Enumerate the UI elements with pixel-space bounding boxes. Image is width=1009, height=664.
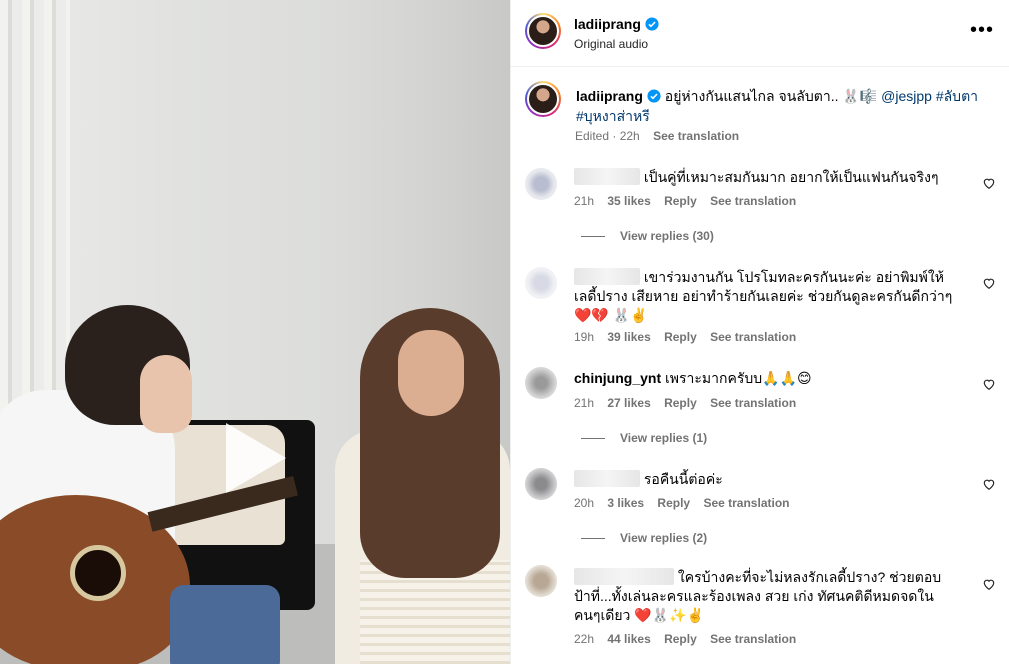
author-username[interactable]: ladiiprang — [574, 16, 641, 32]
like-heart-icon[interactable] — [982, 577, 996, 591]
caption-text: ladiiprang อยู่ห่างกันแสนไกล จนลับตา.. 🐰… — [576, 86, 996, 126]
jeans — [170, 585, 280, 664]
comments-list[interactable]: ladiiprang อยู่ห่างกันแสนไกล จนลับตา.. 🐰… — [511, 67, 1009, 664]
comment-meta: 20h 3 likes Reply See translation — [574, 496, 790, 510]
comment-meta: 22h 44 likes Reply See translation — [574, 632, 797, 646]
caption-hashtag-link[interactable]: #ลับตา — [936, 88, 978, 104]
like-heart-icon[interactable] — [982, 477, 996, 491]
like-heart-icon[interactable] — [982, 176, 996, 190]
woman-face — [398, 330, 464, 416]
caption-meta: Edited · 22h See translation — [575, 129, 740, 143]
play-icon[interactable] — [226, 423, 286, 493]
view-replies-button[interactable]: View replies (2) — [581, 531, 707, 545]
comment-text: เขาร่วมงานกัน โปรโมทละครกันนะค่ะ อย่าพิม… — [574, 268, 953, 323]
caption-username[interactable]: ladiiprang — [576, 88, 643, 104]
curtain — [0, 0, 70, 420]
see-translation-link[interactable]: See translation — [653, 129, 739, 143]
view-replies-button[interactable]: View replies (1) — [581, 431, 707, 445]
more-options-icon[interactable]: ••• — [970, 20, 994, 40]
caption-body: อยู่ห่างกันแสนไกล จนลับตา.. 🐰🎼 — [664, 88, 878, 104]
commenter-username[interactable]: chinjung_ynt — [574, 370, 661, 386]
commenter-avatar[interactable] — [525, 367, 557, 399]
reel-post-modal: ladiiprang Original audio ••• ladiiprang… — [0, 0, 1009, 664]
comment-text: เป็นคู่ที่เหมาะสมกันมาก อยากให้เป็นแฟนกั… — [574, 168, 984, 187]
view-replies-button[interactable]: View replies (30) — [581, 229, 714, 243]
caption-avatar[interactable] — [525, 81, 561, 117]
like-heart-icon[interactable] — [982, 377, 996, 391]
commenter-avatar[interactable] — [525, 468, 557, 500]
post-header: ladiiprang Original audio ••• — [511, 0, 1009, 67]
commenter-avatar[interactable] — [525, 267, 557, 299]
verified-badge-icon — [647, 89, 661, 103]
blurred-username[interactable] — [574, 470, 640, 487]
man-face — [140, 355, 192, 433]
post-side-panel: ladiiprang Original audio ••• ladiiprang… — [510, 0, 1009, 664]
comment-text: ใครบ้างคะที่จะไม่หลงรักเลดี้ปราง? ช่วยตอ… — [574, 568, 942, 623]
like-heart-icon[interactable] — [982, 276, 996, 290]
audio-label[interactable]: Original audio — [574, 37, 648, 51]
guitar-soundhole — [70, 545, 126, 601]
comment-text: รอคืนนี้ต่อค่ะ — [574, 470, 984, 489]
video-player[interactable] — [0, 0, 510, 664]
comment-text: chinjung_ynt เพราะมากครับบ🙏🙏😊 — [574, 370, 812, 386]
comment-meta: 21h 27 likes Reply See translation — [574, 396, 797, 410]
commenter-avatar[interactable] — [525, 565, 557, 597]
verified-badge-icon — [645, 17, 659, 31]
edited-label: Edited — [575, 129, 610, 143]
comment-meta: 21h 35 likes Reply See translation — [574, 194, 797, 208]
caption-mention-link[interactable]: @jesjpp — [881, 88, 932, 104]
caption-hashtag-link[interactable]: #บุหงาส่าหรี — [576, 108, 650, 124]
blurred-username[interactable] — [574, 568, 674, 585]
commenter-avatar[interactable] — [525, 168, 557, 200]
blurred-username[interactable] — [574, 168, 640, 185]
comment-meta: 19h 39 likes Reply See translation — [574, 330, 797, 344]
blurred-username[interactable] — [574, 268, 640, 285]
author-avatar[interactable] — [525, 13, 561, 49]
caption-time[interactable]: 22h — [620, 129, 640, 143]
